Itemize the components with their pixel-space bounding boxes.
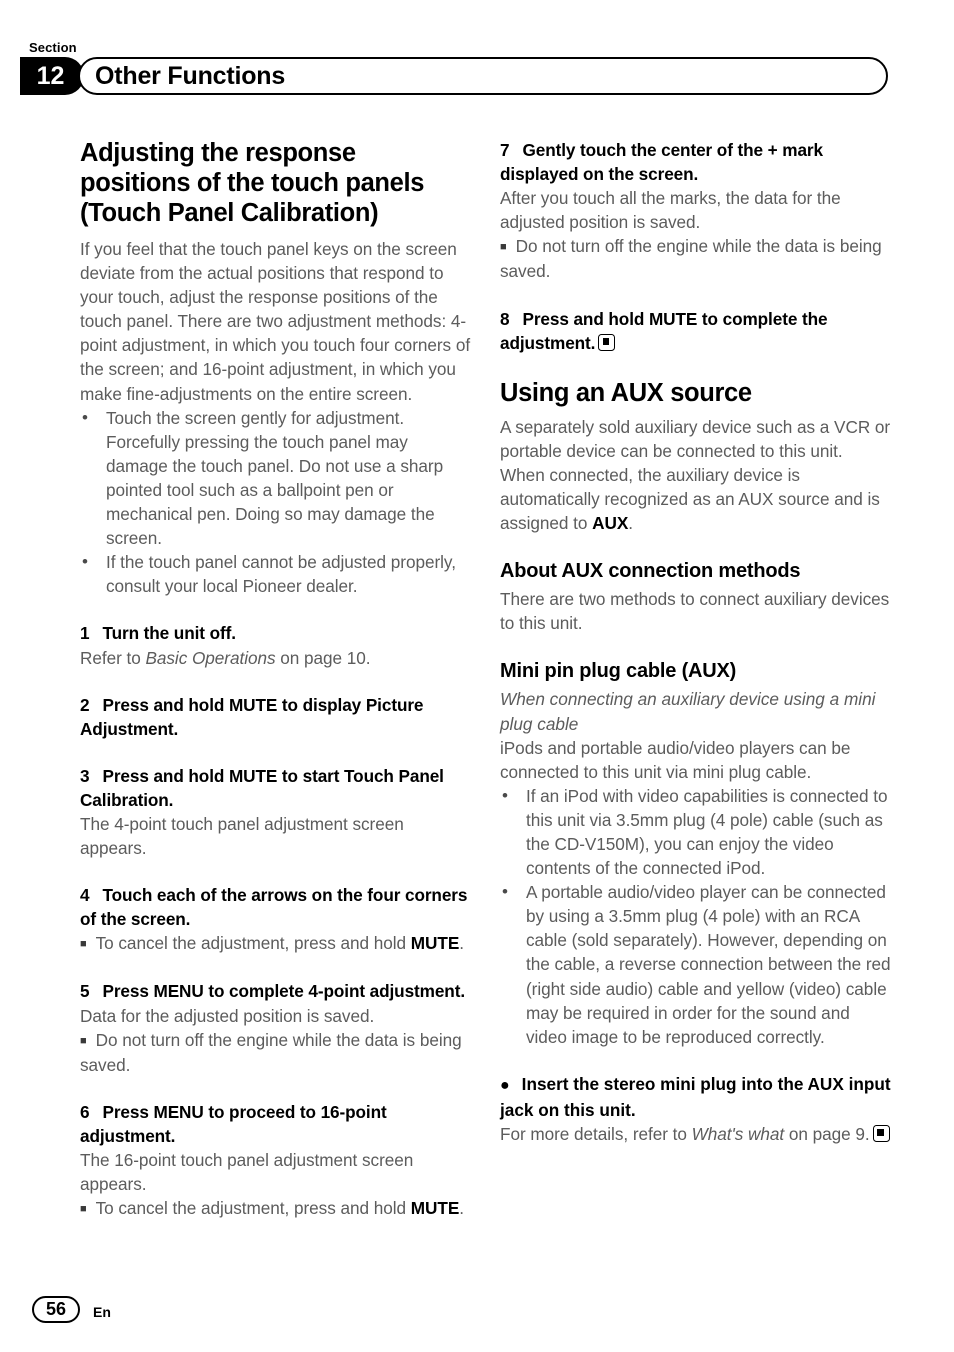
mini-pin-plug-italic-lead: When connecting an auxiliary device usin… xyxy=(500,689,876,734)
round-bullet-icon: • xyxy=(502,785,508,805)
list-item: ■ To cancel the adjustment, press and hol… xyxy=(80,931,471,956)
aux-source-body: A separately sold auxiliary device such … xyxy=(500,416,891,534)
aux-source-title: Using an AUX source xyxy=(500,378,752,407)
step-4-heading: 4 Touch each of the arrows on the four co… xyxy=(80,885,468,930)
source-name-aux: AUX xyxy=(592,513,629,534)
insert-plug-step: ● Insert the stereo mini plug into the AU… xyxy=(500,1073,891,1120)
about-aux-body: There are two methods to connect auxilia… xyxy=(500,589,890,634)
page-number: 56 xyxy=(32,1296,80,1323)
step-1-body: Refer to Basic Operations on page 10. xyxy=(80,647,371,668)
list-item: • If the touch panel cannot be adjusted p… xyxy=(82,552,456,597)
left-column: Adjusting the response positions of the … xyxy=(80,138,471,1221)
mini-pin-plug-bullet-list: • If an iPod with video capabilities is c… xyxy=(500,784,891,1049)
list-item: • If an iPod with video capabilities is c… xyxy=(502,785,888,879)
step-5-note-list: ■ Do not turn off the engine while the da… xyxy=(80,1028,471,1077)
end-of-procedure-icon xyxy=(872,1125,890,1142)
step-6-heading: 6 Press MENU to proceed to 16-point adjus… xyxy=(80,1101,387,1146)
intro-paragraph: If you feel that the touch panel keys on… xyxy=(80,239,471,404)
key-name-mute: MUTE xyxy=(410,933,460,954)
list-item: • A portable audio/video player can be co… xyxy=(502,882,891,1047)
mini-pin-plug-title: Mini pin plug cable (AUX) xyxy=(500,660,737,683)
about-aux-title: About AUX connection methods xyxy=(500,560,801,583)
step-6-note-list: ■ To cancel the adjustment, press and hol… xyxy=(80,1196,471,1221)
square-bullet-icon: ■ xyxy=(80,1203,87,1216)
step-7-note-list: ■ Do not turn off the engine while the da… xyxy=(500,234,891,283)
step-2-heading: 2 Press and hold MUTE to display Picture … xyxy=(80,694,424,739)
list-item: • Touch the screen gently for adjustment.… xyxy=(82,407,444,549)
step-7-heading: 7 Gently touch the center of the + mark d… xyxy=(500,140,823,185)
round-bullet-icon: • xyxy=(82,552,88,572)
language-code: En xyxy=(93,1304,111,1320)
page-title: Adjusting the response positions of the … xyxy=(80,139,425,227)
step-4-note-list: ■ To cancel the adjustment, press and hol… xyxy=(80,931,471,956)
step-6-body: The 16-point touch panel adjustment scre… xyxy=(80,1150,414,1195)
step-5-body: Data for the adjusted position is saved. xyxy=(80,1005,375,1026)
filled-dot-icon: ● xyxy=(500,1076,510,1094)
square-bullet-icon: ■ xyxy=(80,1034,87,1047)
list-item: ■ To cancel the adjustment, press and hol… xyxy=(80,1196,471,1221)
section-label: Section xyxy=(29,40,77,55)
key-name-mute: MUTE xyxy=(410,1198,460,1219)
step-7-body: After you touch all the marks, the data … xyxy=(500,188,841,233)
section-number-tab: 12 xyxy=(20,57,84,95)
end-of-procedure-icon xyxy=(598,333,616,351)
mini-pin-plug-body: iPods and portable audio/video players c… xyxy=(500,737,851,782)
list-item: ■ Do not turn off the engine while the da… xyxy=(80,1029,462,1075)
section-title: Other Functions xyxy=(95,61,286,90)
cross-reference-basic-operations: Basic Operations xyxy=(145,647,276,668)
round-bullet-icon: • xyxy=(82,407,88,427)
step-5-heading: 5 Press MENU to complete 4-point adjustme… xyxy=(80,981,465,1002)
step-1-heading: 1 Turn the unit off. xyxy=(80,623,236,644)
round-bullet-icon: • xyxy=(502,882,508,902)
step-8-heading: 8 Press and hold MUTE to complete the adj… xyxy=(500,308,828,353)
page-footer: 56 En xyxy=(0,1282,954,1352)
square-bullet-icon: ■ xyxy=(80,938,87,951)
mini-pin-plug-title-aux: (AUX) xyxy=(681,660,737,683)
square-bullet-icon: ■ xyxy=(500,241,507,254)
precaution-bullet-list: • Touch the screen gently for adjustment.… xyxy=(80,406,471,599)
step-3-body: The 4-point touch panel adjustment scree… xyxy=(80,813,404,859)
list-item: ■ Do not turn off the engine while the da… xyxy=(500,236,882,282)
step-3-heading: 3 Press and hold MUTE to start Touch Pane… xyxy=(80,765,444,810)
insert-plug-body: For more details, refer to What's what o… xyxy=(500,1122,891,1146)
right-column: 7 Gently touch the center of the + mark d… xyxy=(500,138,891,1146)
cross-reference-whats-what: What's what xyxy=(691,1124,785,1144)
page-header: Section 12 Other Functions xyxy=(0,0,954,120)
